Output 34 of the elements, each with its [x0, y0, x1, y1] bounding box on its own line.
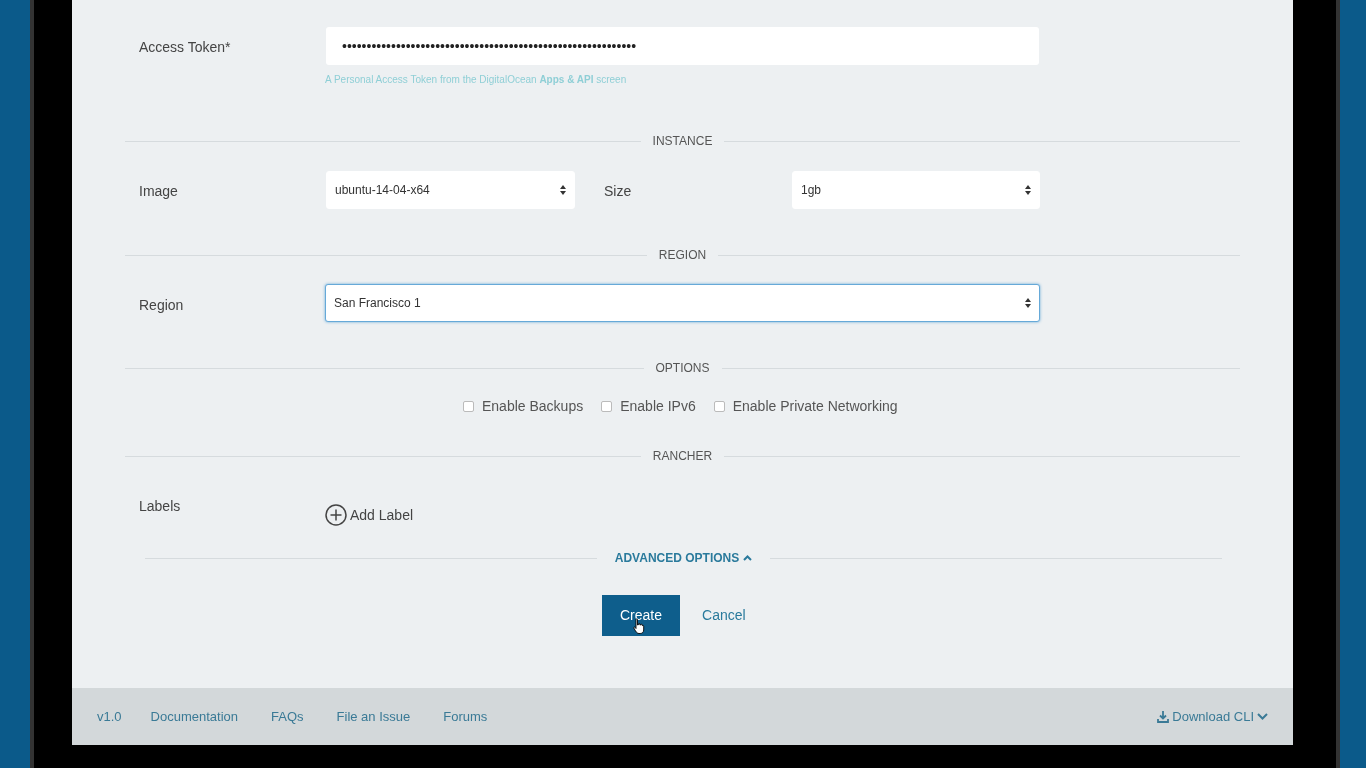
field-label: Access Token* [139, 38, 231, 57]
select-field[interactable]: San Francisco 1 [325, 284, 1040, 322]
checkbox[interactable] [601, 401, 613, 412]
field-label: Size [604, 182, 632, 201]
token-field[interactable]: •••••••••••••••••••••••••••••••••••••••••••••••••••••••••••• [326, 27, 1039, 65]
field-label: Region [139, 296, 184, 315]
cancel-link[interactable]: Cancel [702, 605, 746, 626]
download-icon [1157, 710, 1170, 723]
version-label: v1.0 [97, 707, 122, 726]
caret-icon [743, 555, 753, 561]
select-field[interactable]: ubuntu-14-04-x64 [326, 171, 575, 209]
footer-link[interactable]: File an Issue [336, 706, 411, 727]
advanced-options-toggle[interactable]: ADVANCED OPTIONS [596, 549, 771, 567]
select-field[interactable]: 1gb [792, 171, 1040, 209]
checkbox-label: Enable Backups [482, 397, 584, 416]
footer-link[interactable]: Documentation [150, 706, 239, 727]
create-button[interactable]: Create [602, 595, 681, 636]
updown-icon [1025, 185, 1031, 195]
checkbox[interactable] [713, 401, 725, 412]
add-label-button[interactable]: Add Label [325, 504, 414, 526]
plus-circle-icon [325, 504, 347, 526]
footer-link[interactable]: Forums [443, 706, 488, 727]
download-cli-link[interactable]: Download CLI [1157, 706, 1268, 727]
help-text: A Personal Access Token from the DigitalOcean Apps & API screen [325, 73, 627, 87]
hand-cursor-icon [633, 618, 645, 634]
chevron-down-icon [1257, 713, 1268, 720]
updown-icon [560, 185, 566, 195]
checkbox-label: Enable Private Networking [732, 397, 898, 416]
checkbox[interactable] [463, 401, 474, 412]
field-label: Image [139, 182, 178, 201]
checkbox-label: Enable IPv6 [620, 397, 696, 416]
field-label: Labels [139, 497, 181, 516]
updown-icon [1025, 298, 1031, 308]
footer-link[interactable]: FAQs [271, 706, 304, 727]
